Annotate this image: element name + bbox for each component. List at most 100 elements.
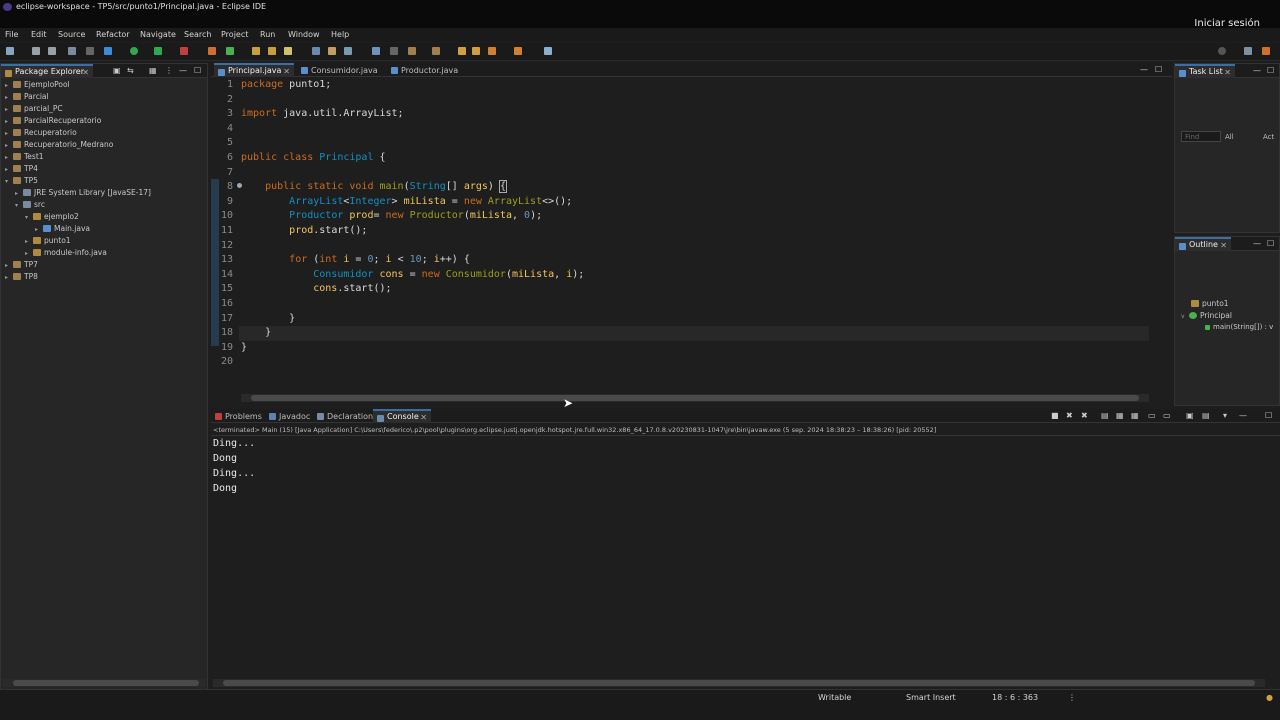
last-edit-icon[interactable]: [458, 47, 466, 55]
chevron-right-icon[interactable]: ▸: [35, 226, 43, 233]
pin-editor-icon[interactable]: [544, 47, 552, 55]
tab-declaration[interactable]: Declaration: [313, 409, 373, 423]
menu-project[interactable]: Project: [221, 30, 248, 39]
tree-item[interactable]: ▸ Parcial: [5, 92, 49, 101]
close-icon[interactable]: ✕: [1220, 241, 1227, 250]
tree-item[interactable]: ▸ parcial_PC: [5, 104, 63, 113]
maximize-icon[interactable]: ☐: [1267, 66, 1274, 75]
terminate-icon[interactable]: ■: [1051, 411, 1059, 420]
menu-search[interactable]: Search: [184, 30, 211, 39]
run-icon[interactable]: [130, 47, 138, 55]
back-icon[interactable]: [472, 47, 480, 55]
tree-item[interactable]: ▸ Main.java: [35, 224, 90, 233]
chevron-right-icon[interactable]: ▸: [5, 130, 13, 137]
search-icon[interactable]: [284, 47, 292, 55]
tree-item[interactable]: ▸ module-info.java: [25, 248, 107, 257]
debug-icon[interactable]: [104, 47, 112, 55]
tab-outline[interactable]: Outline ✕: [1175, 237, 1231, 251]
console-view-icon[interactable]: ▤: [1202, 411, 1210, 420]
tree-item[interactable]: ▸ JRE System Library [JavaSE-17]: [15, 188, 151, 197]
editor-vscrollbar[interactable]: [1151, 77, 1159, 392]
tree-item[interactable]: ▸ TP7: [5, 260, 38, 269]
tab-principal-java[interactable]: Principal.java ✕: [214, 63, 294, 77]
outline-item-package[interactable]: punto1: [1191, 299, 1229, 308]
quick-access-search-icon[interactable]: [1218, 47, 1226, 55]
save-all-icon[interactable]: [48, 47, 56, 55]
tab-package-explorer[interactable]: Package Explorer ✕: [1, 64, 93, 78]
chevron-down-icon[interactable]: ▾: [25, 214, 33, 221]
tree-item[interactable]: ▸ Test1: [5, 152, 44, 161]
scroll-lock-icon[interactable]: ▦: [1116, 411, 1124, 420]
task-filter-act[interactable]: Act: [1263, 133, 1274, 141]
java-editor[interactable]: Principal.java ✕ Consumidor.java Product…: [211, 63, 1172, 410]
chevron-down-icon[interactable]: ▾: [15, 202, 23, 209]
toggle-mark-icon[interactable]: [312, 47, 320, 55]
chevron-right-icon[interactable]: ▸: [5, 82, 13, 89]
open-type-icon[interactable]: [252, 47, 260, 55]
tab-console[interactable]: Console ✕: [373, 409, 431, 423]
console-hscroll-thumb[interactable]: [223, 680, 1255, 686]
view-menu-icon[interactable]: ▾: [1223, 411, 1227, 420]
menu-edit[interactable]: Edit: [31, 30, 47, 39]
tree-hscrollbar[interactable]: [3, 679, 205, 687]
open-perspective-icon[interactable]: [1244, 47, 1252, 55]
tab-consumidor-java[interactable]: Consumidor.java: [297, 63, 387, 77]
menu-file[interactable]: File: [5, 30, 18, 39]
outline-item-method[interactable]: main(String[]) : v: [1205, 323, 1273, 331]
chevron-right-icon[interactable]: ▸: [5, 118, 13, 125]
tab-problems[interactable]: Problems: [211, 409, 263, 423]
minimize-icon[interactable]: —: [1140, 65, 1148, 74]
new-icon[interactable]: [6, 47, 14, 55]
chevron-down-icon[interactable]: ▾: [5, 178, 13, 185]
new-package-icon[interactable]: [226, 47, 234, 55]
tree-item[interactable]: ▸ EjemploPool: [5, 80, 70, 89]
back-arrow-icon[interactable]: [488, 47, 496, 55]
link-editor-icon[interactable]: ⇆: [127, 66, 134, 75]
menu-window[interactable]: Window: [288, 30, 320, 39]
filter-icon[interactable]: ▦: [149, 66, 157, 75]
status-insert-mode[interactable]: Smart Insert: [906, 693, 956, 702]
chevron-right-icon[interactable]: ▸: [15, 190, 23, 197]
external-tools-icon[interactable]: [180, 47, 188, 55]
collapse-all-icon[interactable]: ▣: [113, 66, 121, 75]
block-selection-icon[interactable]: [344, 47, 352, 55]
open-console-icon[interactable]: ▣: [1186, 411, 1194, 420]
close-icon[interactable]: ✕: [283, 67, 290, 76]
menu-run[interactable]: Run: [260, 30, 275, 39]
remove-launch-icon[interactable]: ✖: [1066, 411, 1073, 420]
maximize-icon[interactable]: ☐: [194, 66, 201, 75]
menu-help[interactable]: Help: [331, 30, 349, 39]
skip-breakpoints-icon[interactable]: [86, 47, 94, 55]
chevron-right-icon[interactable]: ▸: [25, 250, 33, 257]
pin-console-icon[interactable]: ▭: [1148, 411, 1156, 420]
chevron-right-icon[interactable]: ▸: [5, 142, 13, 149]
java-perspective-icon[interactable]: [1262, 47, 1270, 55]
chevron-right-icon[interactable]: ▸: [5, 106, 13, 113]
coverage-icon[interactable]: [154, 47, 162, 55]
maximize-icon[interactable]: ☐: [1265, 411, 1272, 420]
maximize-icon[interactable]: ☐: [1267, 239, 1274, 248]
chevron-right-icon[interactable]: ▸: [5, 274, 13, 281]
minimize-icon[interactable]: —: [179, 66, 187, 75]
tree-item[interactable]: ▾ src: [15, 200, 45, 209]
new-java-project-icon[interactable]: [208, 47, 216, 55]
tree-item[interactable]: ▸ ParcialRecuperatorio: [5, 116, 101, 125]
clear-console-icon[interactable]: ▤: [1101, 411, 1109, 420]
close-icon[interactable]: ✕: [82, 68, 89, 77]
status-cursor-position[interactable]: 18 : 6 : 363: [992, 693, 1038, 702]
tab-task-list[interactable]: Task List ✕: [1175, 64, 1235, 78]
tree-item[interactable]: ▸ punto1: [25, 236, 71, 245]
editor-hscrollbar[interactable]: [241, 394, 1149, 402]
chevron-right-icon[interactable]: ▸: [5, 166, 13, 173]
task-filter-all[interactable]: All: [1225, 133, 1234, 141]
close-icon[interactable]: ✕: [1224, 68, 1231, 77]
minimize-icon[interactable]: —: [1239, 411, 1247, 420]
save-icon[interactable]: [32, 47, 40, 55]
menu-navigate[interactable]: Navigate: [140, 30, 176, 39]
word-wrap-icon[interactable]: ▦: [1131, 411, 1139, 420]
tree-item[interactable]: ▸ Recuperatorio: [5, 128, 77, 137]
chevron-right-icon[interactable]: ▸: [5, 94, 13, 101]
view-menu-icon[interactable]: ⋮: [165, 66, 173, 75]
prev-annotation-icon[interactable]: [432, 47, 440, 55]
tree-item[interactable]: ▸ Recuperatorio_Medrano: [5, 140, 113, 149]
